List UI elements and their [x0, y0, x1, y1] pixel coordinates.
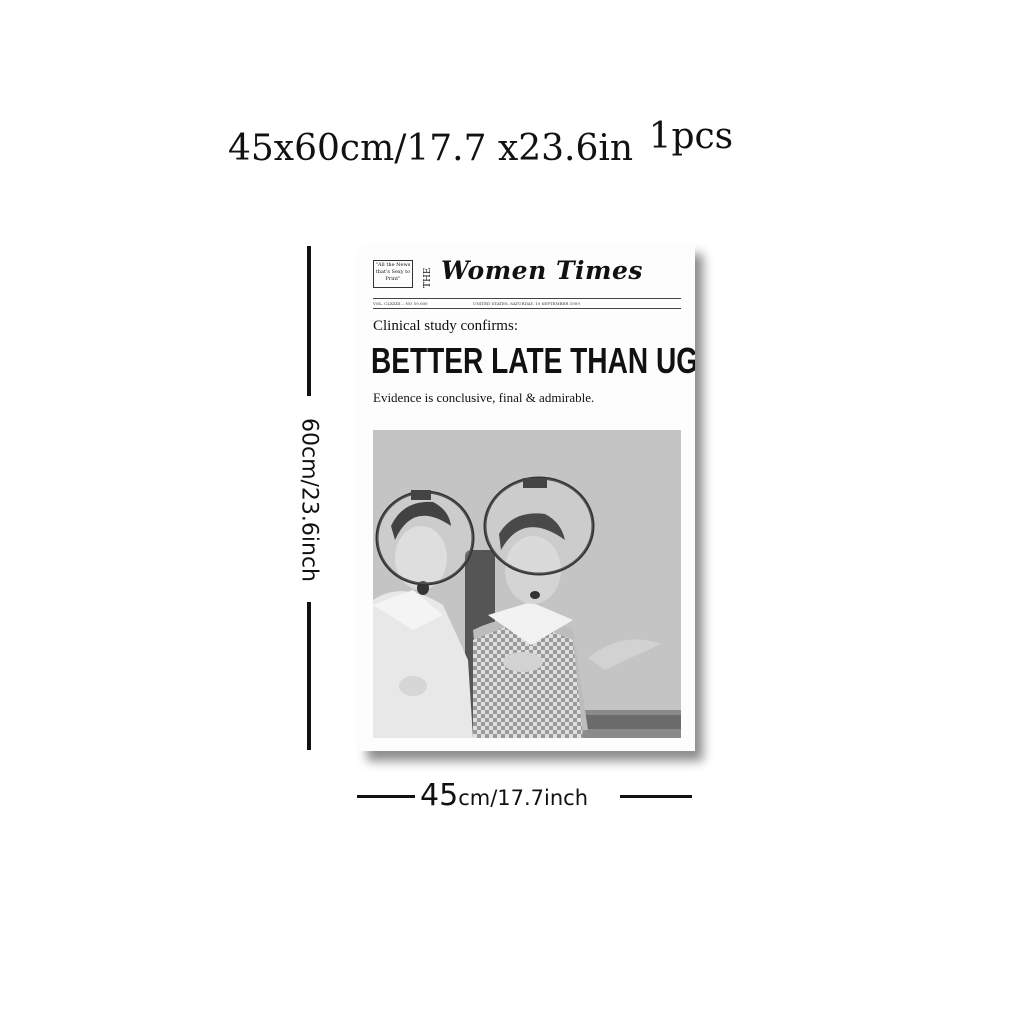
- poster-headline: BETTER LATE THAN UGLY: [371, 340, 695, 381]
- poster-rule: [373, 308, 681, 309]
- poster-subhead: Clinical study confirms:: [373, 318, 518, 334]
- poster-photo: [373, 430, 681, 740]
- quantity-text: 1pcs: [648, 116, 734, 157]
- height-label: 60cm/23.6inch: [296, 417, 322, 583]
- dimensions-heading: 45x60cm/17.7 x23.6in 1pcs: [228, 116, 808, 178]
- height-indicator-line-top: [307, 246, 311, 396]
- height-indicator-line-bottom: [307, 602, 311, 750]
- poster-dateline-left: VOL. CLXXIII... NO 59,000: [373, 301, 428, 306]
- poster-motto-box: "All the News that's Sexy to Print": [373, 260, 413, 288]
- women-under-hair-dryers-illustration: [373, 430, 681, 740]
- poster-dateline-right: UNITED STATES, SATURDAY, 10 SEPTEMBER 19…: [473, 301, 580, 306]
- width-label: 45cm/17.7inch: [420, 778, 588, 813]
- poster-masthead: Women Times: [441, 256, 643, 285]
- width-indicator-line-right: [620, 795, 692, 798]
- dimensions-text: 45x60cm/17.7 x23.6in: [228, 128, 634, 169]
- width-label-units: cm/17.7inch: [458, 786, 589, 810]
- width-label-number: 45: [420, 778, 459, 813]
- poster-dateline: VOL. CLXXIII... NO 59,000 UNITED STATES,…: [373, 300, 681, 307]
- poster-rule: [373, 298, 681, 299]
- poster-deck: Evidence is conclusive, final & admirabl…: [373, 390, 595, 405]
- width-indicator-line-left: [357, 795, 415, 798]
- poster-the-label: THE: [423, 267, 433, 288]
- poster: "All the News that's Sexy to Print" THE …: [359, 244, 695, 751]
